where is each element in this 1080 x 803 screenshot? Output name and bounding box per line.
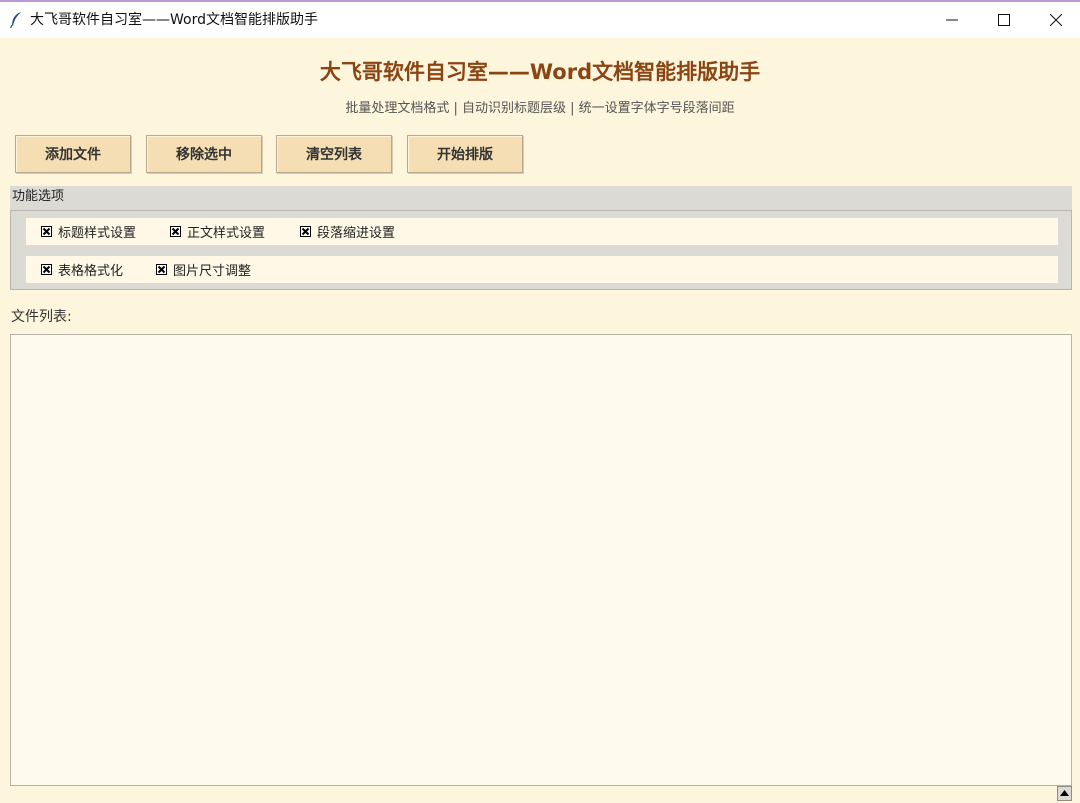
app-subtitle: 批量处理文档格式 | 自动识别标题层级 | 统一设置字体字号段落间距 <box>345 101 735 116</box>
window-title: 大飞哥软件自习室——Word文档智能排版助手 <box>30 12 318 28</box>
file-list-label: 文件列表: <box>11 309 72 325</box>
clear-list-button[interactable]: 清空列表 <box>276 135 392 173</box>
table-format-checkbox[interactable]: 表格格式化 <box>41 261 124 279</box>
checkbox-label: 正文样式设置 <box>187 226 266 241</box>
start-format-button[interactable]: 开始排版 <box>407 135 523 173</box>
scroll-up-button[interactable] <box>1057 786 1072 801</box>
options-title: 功能选项 <box>10 186 1072 210</box>
checkbox-label: 标题样式设置 <box>58 226 137 241</box>
checkbox-checked-icon <box>41 226 52 237</box>
minimize-icon <box>946 19 958 21</box>
checkbox-checked-icon <box>300 226 311 237</box>
add-file-button[interactable]: 添加文件 <box>15 135 131 173</box>
maximize-icon <box>998 14 1010 26</box>
checkbox-label: 段落缩进设置 <box>317 226 396 241</box>
heading-style-checkbox[interactable]: 标题样式设置 <box>41 223 137 241</box>
file-listbox[interactable] <box>10 334 1072 786</box>
arrow-up-icon <box>1060 790 1069 796</box>
body-style-checkbox[interactable]: 正文样式设置 <box>170 223 266 241</box>
remove-selected-button[interactable]: 移除选中 <box>146 135 262 173</box>
checkbox-checked-icon <box>41 264 52 275</box>
maximize-button[interactable] <box>980 2 1030 38</box>
close-button[interactable] <box>1032 2 1080 38</box>
feather-icon <box>9 11 23 29</box>
title-bar[interactable]: 大飞哥软件自习室——Word文档智能排版助手 <box>0 0 1080 38</box>
checkbox-label: 图片尺寸调整 <box>173 264 252 279</box>
image-resize-checkbox[interactable]: 图片尺寸调整 <box>156 261 252 279</box>
app-title: 大飞哥软件自习室——Word文档智能排版助手 <box>319 60 761 84</box>
close-icon <box>1050 14 1062 26</box>
minimize-button[interactable] <box>928 2 978 38</box>
paragraph-indent-checkbox[interactable]: 段落缩进设置 <box>300 223 396 241</box>
checkbox-label: 表格格式化 <box>58 264 124 279</box>
options-row: 表格格式化 图片尺寸调整 <box>26 256 1058 283</box>
options-row: 标题样式设置 正文样式设置 段落缩进设置 <box>26 218 1058 245</box>
checkbox-checked-icon <box>170 226 181 237</box>
checkbox-checked-icon <box>156 264 167 275</box>
options-panel: 标题样式设置 正文样式设置 段落缩进设置 表格格式化 图片尺寸调整 <box>10 210 1072 290</box>
